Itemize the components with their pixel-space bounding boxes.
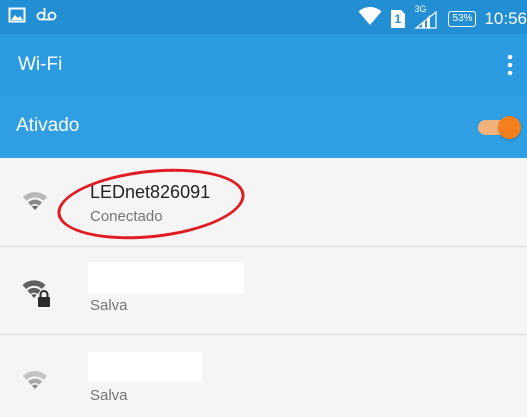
redacted-network-name xyxy=(88,262,244,294)
page-title: Wi-Fi xyxy=(18,54,63,75)
switch-thumb xyxy=(498,116,521,139)
wifi-signal-icon xyxy=(22,191,48,217)
network-status: Salva xyxy=(90,387,128,404)
signal-icon: 3G xyxy=(414,4,440,30)
battery-percent: 53% xyxy=(452,12,473,24)
status-bar: 1 3G 53% 10:56 xyxy=(0,0,527,34)
wifi-lock-icon xyxy=(22,279,52,309)
status-bar-left xyxy=(8,6,58,29)
overflow-menu-icon[interactable] xyxy=(503,52,517,78)
wifi-icon xyxy=(358,6,382,31)
network-item-saved-secured[interactable]: Salva xyxy=(0,247,527,334)
app-bar: Wi-Fi xyxy=(0,34,527,96)
voicemail-icon xyxy=(36,7,58,28)
network-status: Salva xyxy=(90,297,128,314)
sim-icon: 1 xyxy=(390,9,406,29)
battery-icon: 53% xyxy=(448,10,477,27)
wifi-toggle-label: Ativado xyxy=(16,115,80,136)
clock: 10:56 xyxy=(484,8,527,28)
wifi-toggle-row[interactable]: Ativado xyxy=(0,96,527,158)
wifi-toggle-switch[interactable] xyxy=(478,116,522,140)
wifi-signal-icon xyxy=(22,370,48,396)
status-bar-right: 1 3G 53% 10:56 xyxy=(358,4,527,31)
sim-slot-number: 1 xyxy=(394,11,402,26)
redacted-network-name xyxy=(88,352,202,382)
network-item-saved[interactable]: Salva xyxy=(0,335,527,417)
gallery-icon xyxy=(8,6,26,29)
